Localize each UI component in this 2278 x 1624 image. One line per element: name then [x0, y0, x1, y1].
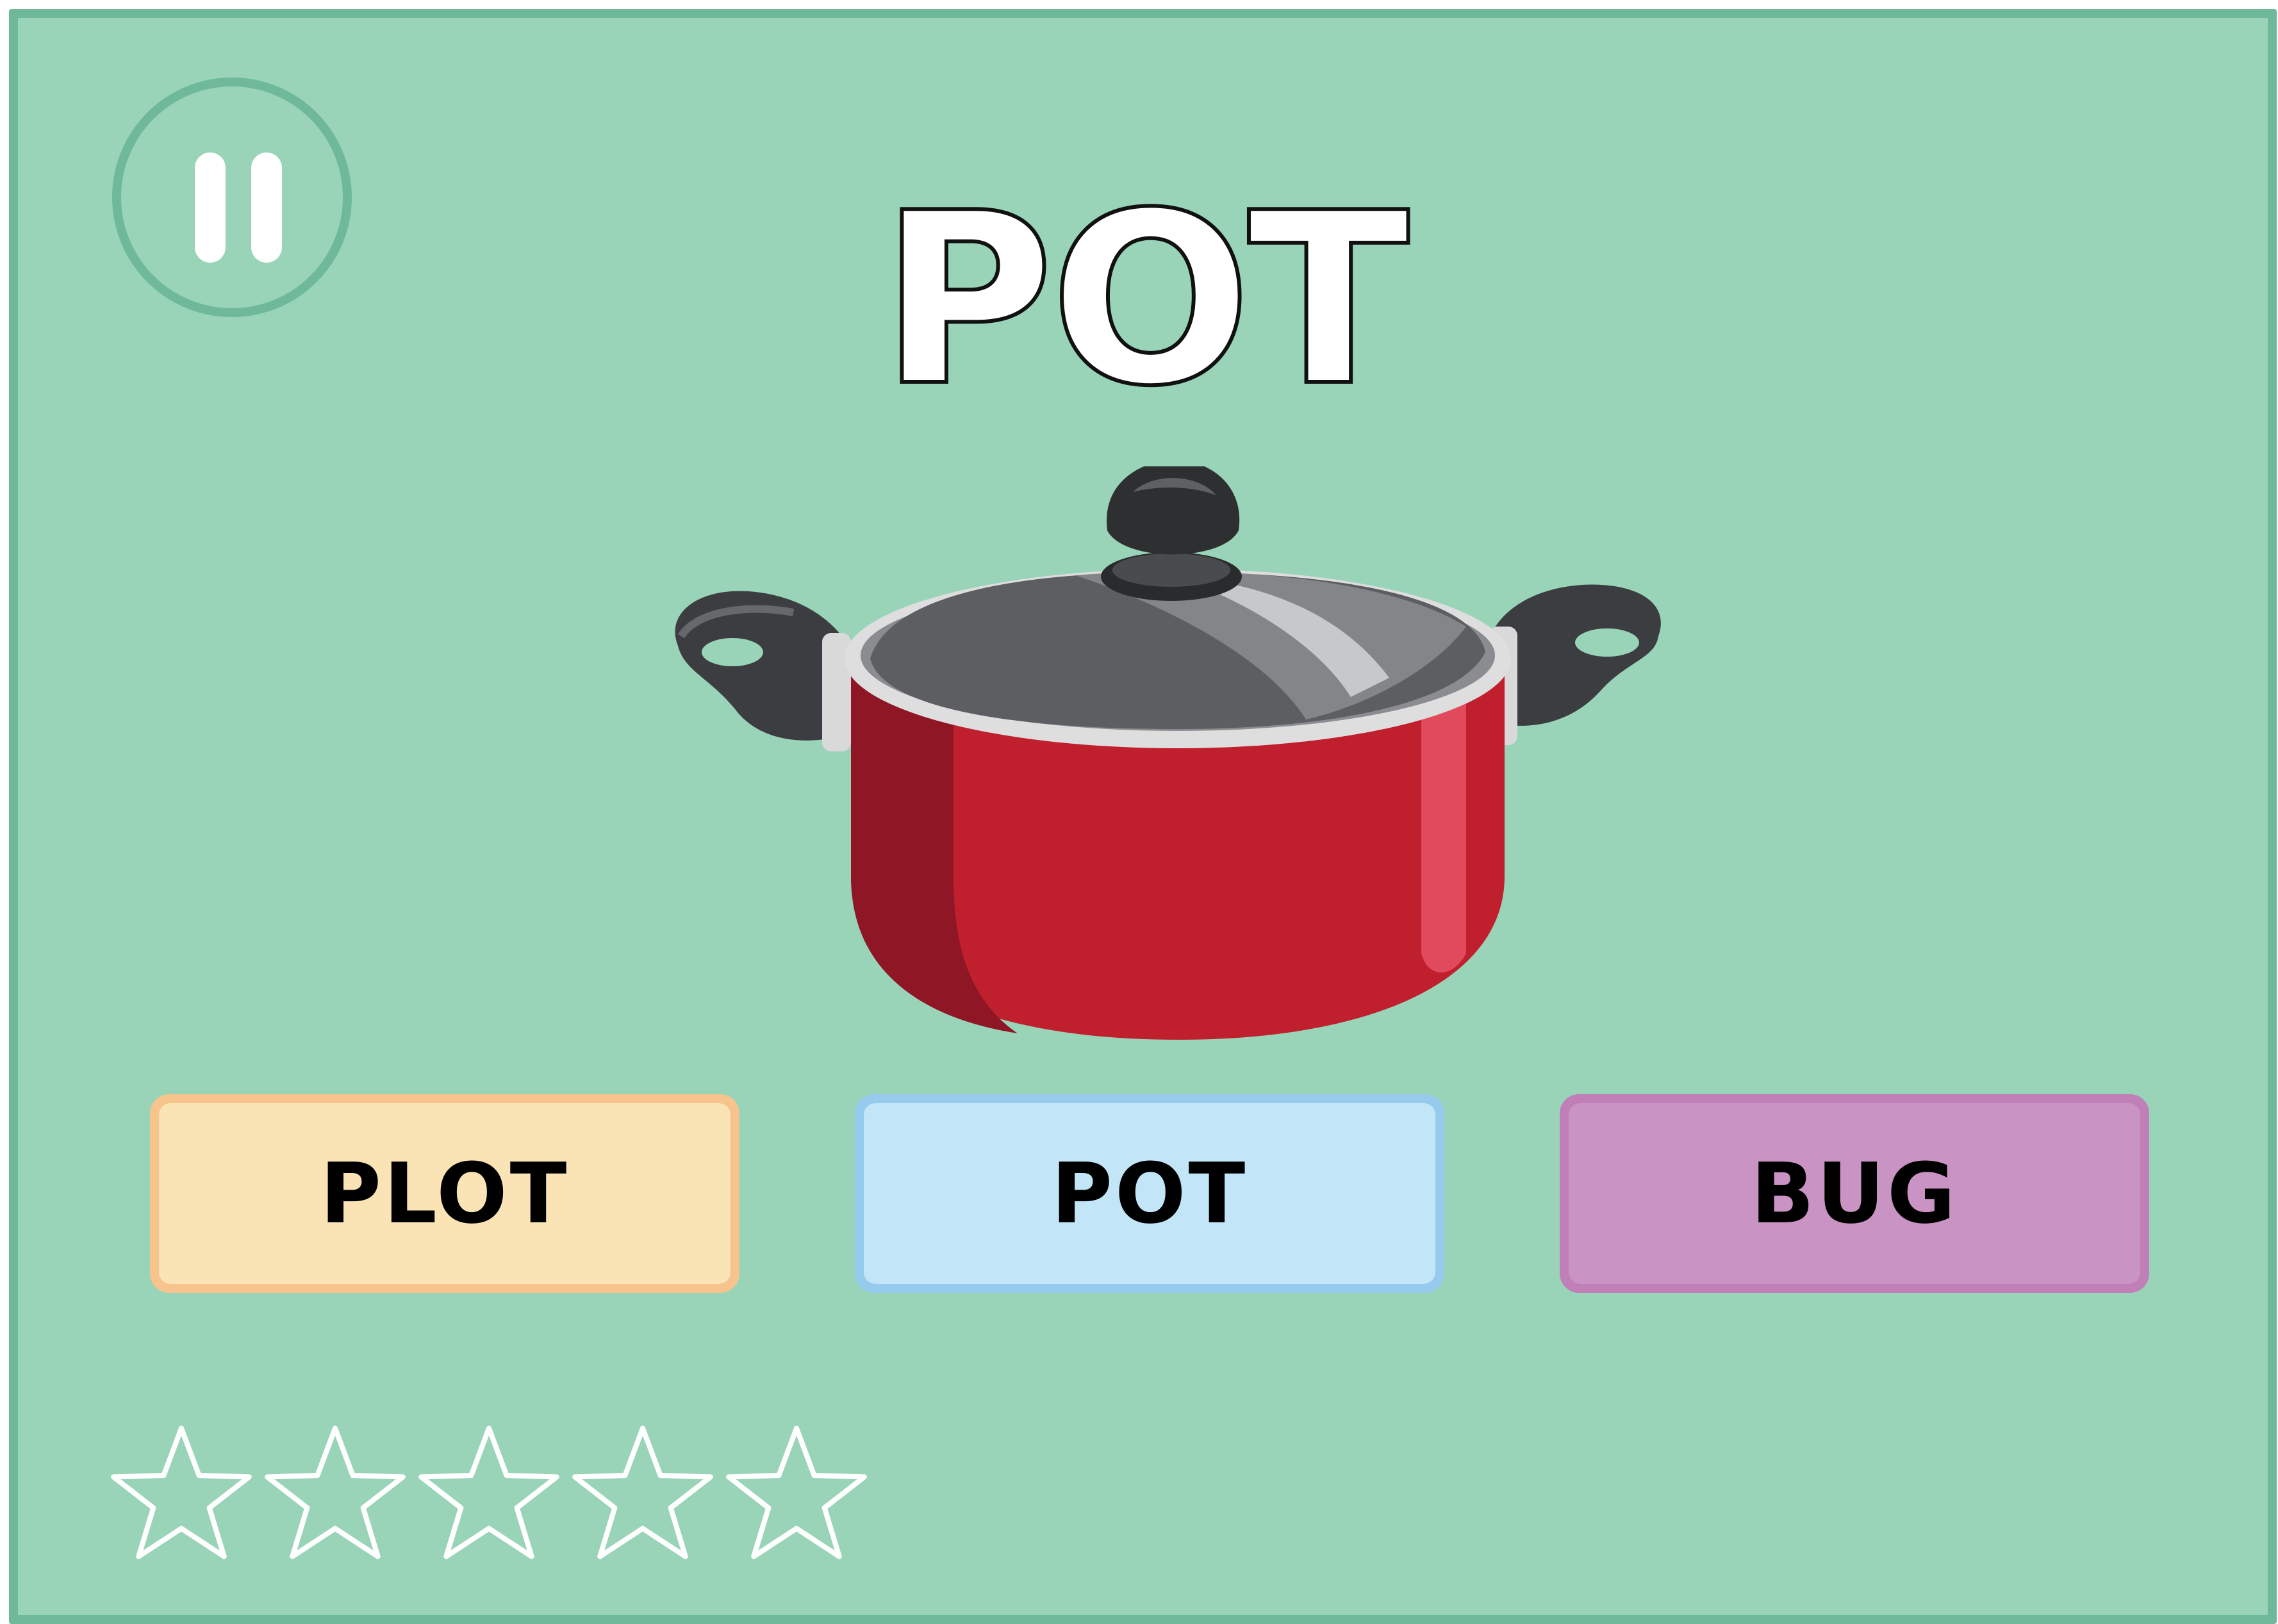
choice-label: PLOT: [320, 1145, 570, 1242]
game-frame: POT PLOT POT BUG: [9, 9, 2277, 1624]
star-icon: [111, 1425, 252, 1559]
choice-label: POT: [1051, 1145, 1248, 1242]
star-icon: [418, 1425, 559, 1559]
choice-button-bug[interactable]: BUG: [1560, 1094, 2149, 1293]
choice-button-pot[interactable]: POT: [855, 1094, 1444, 1293]
target-word: POT: [878, 163, 1411, 438]
cooking-pot-image: [675, 466, 1661, 1040]
star-rating: [108, 1421, 877, 1575]
choice-label: BUG: [1751, 1145, 1958, 1242]
star-icon: [265, 1425, 406, 1559]
choice-button-plot[interactable]: PLOT: [150, 1094, 739, 1293]
star-icon: [572, 1425, 713, 1559]
star-icon: [726, 1425, 867, 1559]
